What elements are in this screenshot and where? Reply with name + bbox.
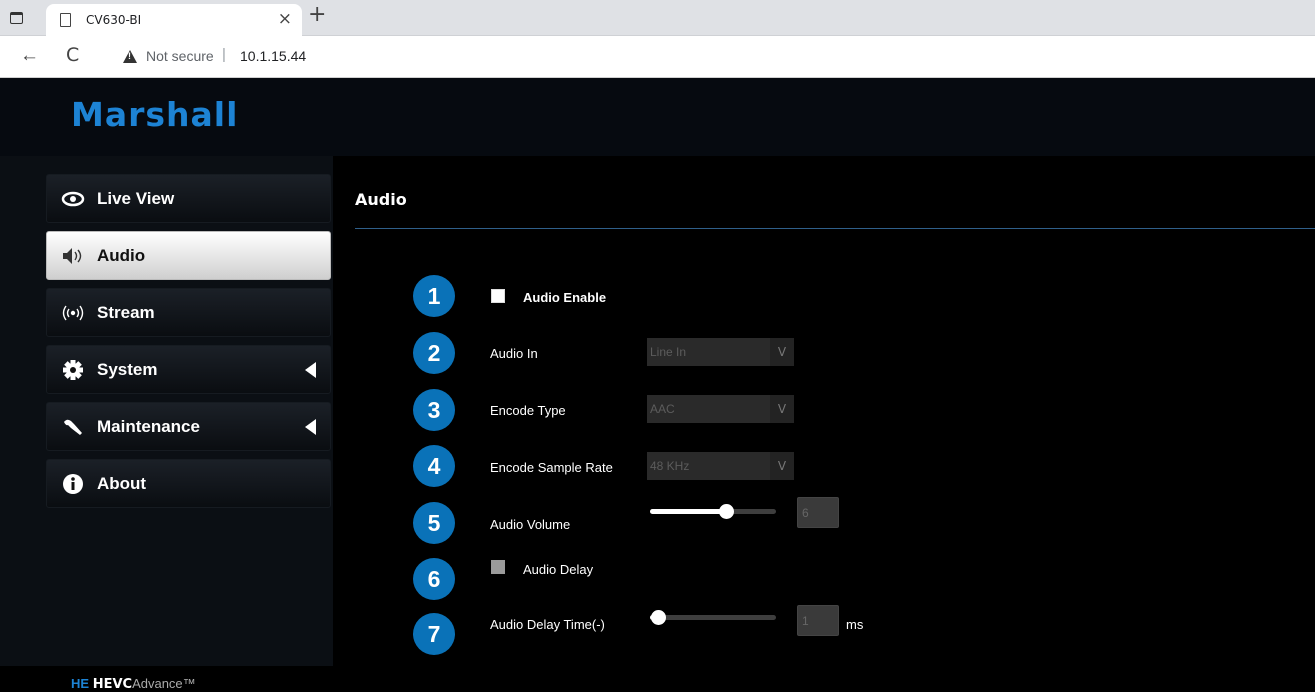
tab-close-icon[interactable]: ×	[278, 9, 292, 29]
audio-in-select[interactable]: Line In V	[647, 338, 794, 366]
page-icon	[60, 13, 71, 27]
back-icon[interactable]: ←	[20, 45, 39, 67]
delay-unit-label: ms	[846, 617, 864, 632]
page: Marshall Live View Audio Stream System M…	[0, 78, 1315, 692]
address-bar: ← C ! Not secure | 10.1.15.44	[0, 36, 1315, 78]
step-badge: 3	[413, 389, 455, 431]
encode-sample-rate-label: Encode Sample Rate	[490, 460, 613, 475]
sidebar-item-audio[interactable]: Audio	[46, 231, 331, 280]
security-status[interactable]: Not secure	[146, 48, 214, 64]
chevron-down-icon: V	[770, 338, 794, 366]
encode-type-label: Encode Type	[490, 403, 566, 418]
page-header: Marshall	[0, 78, 1315, 156]
tab-title: CV630-BI	[86, 13, 142, 27]
page-title: Audio	[355, 190, 407, 209]
hevc-advance-logo: HE HEVCAdvance™	[71, 676, 196, 692]
speaker-icon	[61, 245, 85, 267]
expand-arrow-icon[interactable]	[305, 362, 316, 378]
url-field[interactable]: 10.1.15.44	[240, 48, 306, 64]
chevron-down-icon: V	[770, 395, 794, 423]
sidebar-item-system[interactable]: System	[46, 345, 331, 394]
address-separator: |	[222, 46, 226, 63]
encode-sample-rate-select[interactable]: 48 KHz V	[647, 452, 794, 480]
step-badge: 4	[413, 445, 455, 487]
encode-sample-rate-value: 48 KHz	[650, 459, 690, 473]
wrench-icon	[61, 416, 85, 438]
audio-volume-label: Audio Volume	[490, 517, 571, 532]
sidebar-item-about[interactable]: About	[46, 459, 331, 508]
eye-icon	[61, 188, 85, 210]
sidebar-item-label: About	[97, 474, 147, 493]
audio-delay-time-input[interactable]: 1	[797, 605, 839, 636]
step-badge: 6	[413, 558, 455, 600]
sidebar-item-label: Audio	[97, 246, 146, 265]
slider-handle[interactable]	[718, 504, 734, 519]
browser-tab[interactable]: CV630-BI ×	[46, 4, 302, 36]
step-badge: 7	[413, 613, 455, 655]
audio-volume-input[interactable]: 6	[797, 497, 839, 528]
hevc-mark: HE	[71, 676, 90, 691]
new-tab-icon[interactable]: +	[308, 2, 326, 27]
broadcast-icon	[61, 302, 85, 324]
step-badge: 2	[413, 332, 455, 374]
browser-tab-bar: CV630-BI × +	[0, 0, 1315, 36]
reload-icon[interactable]: C	[66, 44, 79, 66]
chevron-down-icon: V	[770, 452, 794, 480]
audio-delay-label: Audio Delay	[523, 562, 594, 577]
sidebar-item-label: Live View	[97, 189, 175, 208]
gear-icon	[61, 359, 85, 381]
step-badge: 5	[413, 502, 455, 544]
sidebar: Live View Audio Stream System Maintenanc…	[0, 156, 333, 692]
encode-type-value: AAC	[650, 402, 675, 416]
warning-mark: !	[128, 51, 131, 61]
encode-type-select[interactable]: AAC V	[647, 395, 794, 423]
audio-delay-time-value: 1	[802, 614, 809, 628]
title-divider	[355, 228, 1315, 229]
sidebar-item-label: Stream	[97, 303, 155, 322]
info-icon	[61, 473, 85, 495]
audio-delay-time-label: Audio Delay Time(-)	[490, 617, 605, 632]
audio-delay-time-slider[interactable]	[650, 610, 776, 625]
sidebar-item-maintenance[interactable]: Maintenance	[46, 402, 331, 451]
audio-in-value: Line In	[650, 345, 687, 359]
audio-settings-panel: Audio 1 Audio Enable 2 Audio In Line In …	[333, 156, 1315, 666]
audio-delay-checkbox[interactable]	[491, 560, 505, 574]
sidebar-item-label: Maintenance	[97, 417, 200, 436]
window-menu-icon[interactable]	[10, 12, 23, 24]
audio-enable-checkbox[interactable]	[491, 289, 505, 303]
marshall-logo: Marshall	[71, 95, 239, 134]
audio-volume-value: 6	[802, 506, 809, 520]
sidebar-item-live-view[interactable]: Live View	[46, 174, 331, 223]
sidebar-item-stream[interactable]: Stream	[46, 288, 331, 337]
expand-arrow-icon[interactable]	[305, 419, 316, 435]
slider-handle[interactable]	[650, 610, 666, 625]
audio-volume-slider[interactable]	[650, 504, 776, 519]
sidebar-item-label: System	[97, 360, 158, 379]
audio-in-label: Audio In	[490, 346, 538, 361]
step-badge: 1	[413, 275, 455, 317]
slider-fill	[650, 509, 726, 514]
audio-enable-label: Audio Enable	[523, 290, 607, 305]
